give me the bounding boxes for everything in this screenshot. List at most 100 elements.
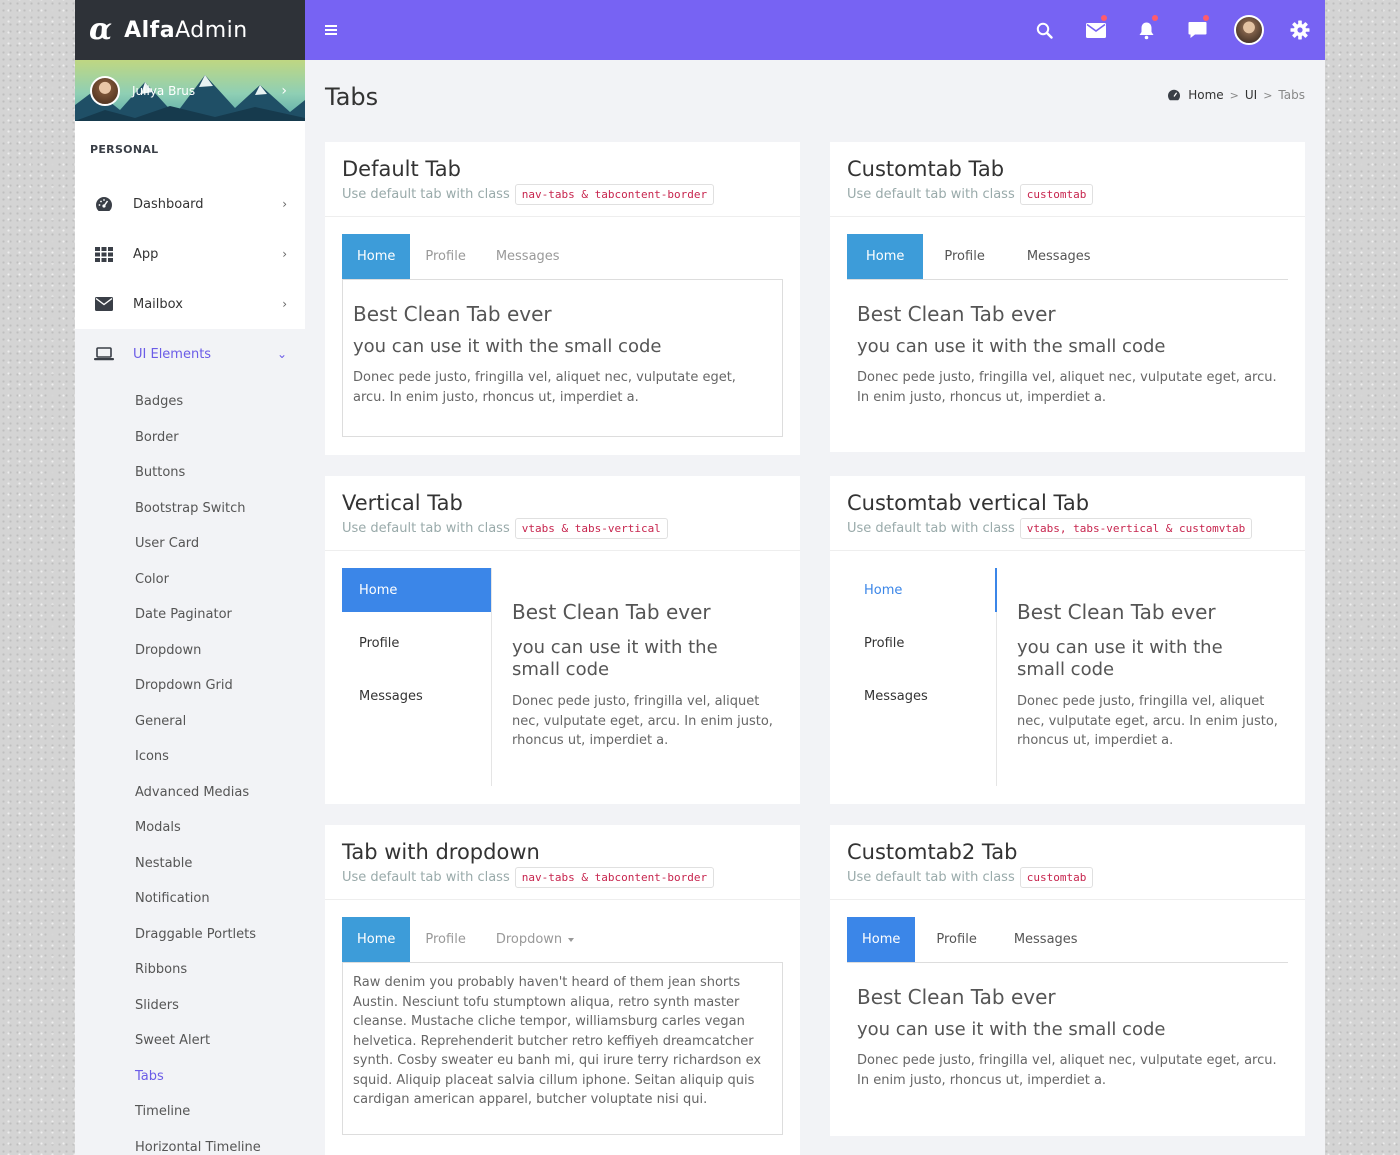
tab-profile[interactable]: Profile <box>915 917 997 962</box>
logo-text: AlfaAdmin <box>124 17 248 43</box>
tab-profile[interactable]: Profile <box>342 621 491 665</box>
content-heading: Best Clean Tab ever <box>512 600 711 624</box>
tab-profile[interactable]: Profile <box>410 234 480 279</box>
card-subtitle: Use default tab with class vtabs, tabs-ve… <box>847 518 1305 539</box>
breadcrumb-home[interactable]: Home <box>1188 88 1223 102</box>
card-title: Vertical Tab <box>342 491 463 515</box>
tab-messages[interactable]: Messages <box>1006 234 1112 279</box>
chevron-right-icon: › <box>282 297 287 311</box>
tab-profile[interactable]: Profile <box>410 917 480 962</box>
sidebar-subitem-general[interactable]: General <box>75 704 305 740</box>
sidebar-subitem-border[interactable]: Border <box>75 420 305 456</box>
tab-home[interactable]: Home <box>342 917 411 962</box>
card-title: Tab with dropdown <box>342 840 540 864</box>
breadcrumb-separator: > <box>1263 88 1273 102</box>
tab-bar: Home Profile Messages <box>342 234 783 280</box>
hamburger-menu-icon[interactable] <box>325 25 337 35</box>
sidebar-subitem-dropdown-grid[interactable]: Dropdown Grid <box>75 668 305 704</box>
tab-home[interactable]: Home <box>847 234 924 279</box>
sidebar-subitem-badges[interactable]: Badges <box>75 384 305 420</box>
content-paragraph: Donec pede justo, fringilla vel, aliquet… <box>353 370 736 405</box>
breadcrumb-ui[interactable]: UI <box>1245 88 1257 102</box>
content-heading: Best Clean Tab ever <box>1017 600 1216 624</box>
card-customtab-vertical: Customtab vertical Tab Use default tab w… <box>830 476 1305 804</box>
content-paragraph: Donec pede justo, fringilla vel, aliquet… <box>857 370 1277 405</box>
caret-down-icon <box>568 937 575 942</box>
bell-icon[interactable] <box>1121 0 1172 60</box>
tab-content: Best Clean Tab ever you can use it with … <box>492 568 783 786</box>
sidebar-subitem-timeline[interactable]: Timeline <box>75 1094 305 1130</box>
tab-home[interactable]: Home <box>847 917 916 962</box>
tab-content: Raw denim you probably haven't heard of … <box>342 962 783 1135</box>
sidebar-item-dashboard[interactable]: Dashboard › <box>75 179 305 229</box>
tab-content: Best Clean Tab ever you can use it with … <box>342 279 783 437</box>
content-subheading: you can use it with the small code <box>512 637 718 680</box>
avatar[interactable] <box>1223 0 1274 60</box>
card-header: Customtab2 Tab Use default tab with clas… <box>830 825 1305 900</box>
sidebar-subitem-bootstrap-switch[interactable]: Bootstrap Switch <box>75 491 305 527</box>
tab-home[interactable]: Home <box>847 568 997 612</box>
page-title: Tabs <box>325 83 379 111</box>
tab-profile[interactable]: Profile <box>923 234 1005 279</box>
tab-home[interactable]: Home <box>342 568 491 612</box>
tab-content: Best Clean Tab ever you can use it with … <box>847 280 1288 427</box>
card-header: Tab with dropdown Use default tab with c… <box>325 825 800 900</box>
app-frame: α AlfaAdmin Juliya Brus › PERSONAL Dashb… <box>75 0 1325 1155</box>
sidebar-subitem-sliders[interactable]: Sliders <box>75 988 305 1024</box>
sidebar-subitem-modals[interactable]: Modals <box>75 810 305 846</box>
card-customtab2: Customtab2 Tab Use default tab with clas… <box>830 825 1305 1136</box>
sidebar-subitem-draggable-portlets[interactable]: Draggable Portlets <box>75 917 305 953</box>
content-subheading: you can use it with the small code <box>353 336 662 357</box>
sidebar-subitem-notification[interactable]: Notification <box>75 881 305 917</box>
card-vertical-tab: Vertical Tab Use default tab with class v… <box>325 476 800 804</box>
tab-messages[interactable]: Messages <box>998 917 1094 962</box>
logo-mark: α <box>89 12 113 47</box>
sidebar-subitem-tabs[interactable]: Tabs <box>75 1059 305 1095</box>
sidebar-subitem-nestable[interactable]: Nestable <box>75 846 305 882</box>
content-heading: Best Clean Tab ever <box>857 302 1056 326</box>
sidebar-subitem-sweet-alert[interactable]: Sweet Alert <box>75 1023 305 1059</box>
tab-content: Best Clean Tab ever you can use it with … <box>997 568 1288 786</box>
class-code: vtabs & tabs-vertical <box>514 518 668 539</box>
user-panel[interactable]: Juliya Brus › <box>75 60 305 121</box>
chat-icon[interactable] <box>1172 0 1223 60</box>
grid-icon <box>94 244 114 264</box>
sidebar-item-label: App <box>133 246 159 262</box>
tab-messages[interactable]: Messages <box>481 234 575 279</box>
sidebar-subitem-icons[interactable]: Icons <box>75 739 305 775</box>
sidebar-subitem-ribbons[interactable]: Ribbons <box>75 952 305 988</box>
sidebar-item-app[interactable]: App › <box>75 229 305 279</box>
card-subtitle: Use default tab with class customtab <box>847 867 1305 888</box>
sidebar-item-mailbox[interactable]: Mailbox › <box>75 279 305 329</box>
search-icon[interactable] <box>1019 0 1070 60</box>
vertical-tab-list: Home Profile Messages <box>342 568 492 786</box>
sidebar-subitem-buttons[interactable]: Buttons <box>75 455 305 491</box>
sidebar-subitem-advanced-medias[interactable]: Advanced Medias <box>75 775 305 811</box>
tab-messages[interactable]: Messages <box>847 674 996 718</box>
card-subtitle: Use default tab with class nav-tabs & tab… <box>342 184 800 205</box>
content-heading: Best Clean Tab ever <box>857 985 1056 1009</box>
class-code: customtab <box>1019 184 1094 205</box>
sidebar-subitem-user-card[interactable]: User Card <box>75 526 305 562</box>
chevron-down-icon: ⌄ <box>276 347 287 361</box>
tab-dropdown[interactable]: Dropdown <box>481 917 589 962</box>
tab-messages[interactable]: Messages <box>342 674 491 718</box>
notification-dot <box>1203 15 1209 21</box>
breadcrumb-current: Tabs <box>1278 88 1305 102</box>
sidebar-subitem-dropdown[interactable]: Dropdown <box>75 633 305 669</box>
logo[interactable]: α AlfaAdmin <box>75 0 305 60</box>
sidebar-subitem-horizontal-timeline[interactable]: Horizontal Timeline <box>75 1130 305 1155</box>
sidebar-subitem-date-paginator[interactable]: Date Paginator <box>75 597 305 633</box>
mail-icon[interactable] <box>1070 0 1121 60</box>
notification-dot <box>1101 15 1107 21</box>
gear-icon[interactable] <box>1274 0 1325 60</box>
sidebar-item-ui-elements[interactable]: UI Elements ⌄ <box>75 329 305 379</box>
envelope-icon <box>94 294 114 314</box>
tab-home[interactable]: Home <box>342 234 411 279</box>
sidebar-subitem-color[interactable]: Color <box>75 562 305 598</box>
tab-profile[interactable]: Profile <box>847 621 996 665</box>
chevron-right-icon[interactable]: › <box>281 83 287 99</box>
breadcrumb: Home > UI > Tabs <box>1167 88 1305 102</box>
card-default-tab: Default Tab Use default tab with class na… <box>325 142 800 455</box>
content-paragraph: Donec pede justo, fringilla vel, aliquet… <box>1017 694 1278 748</box>
